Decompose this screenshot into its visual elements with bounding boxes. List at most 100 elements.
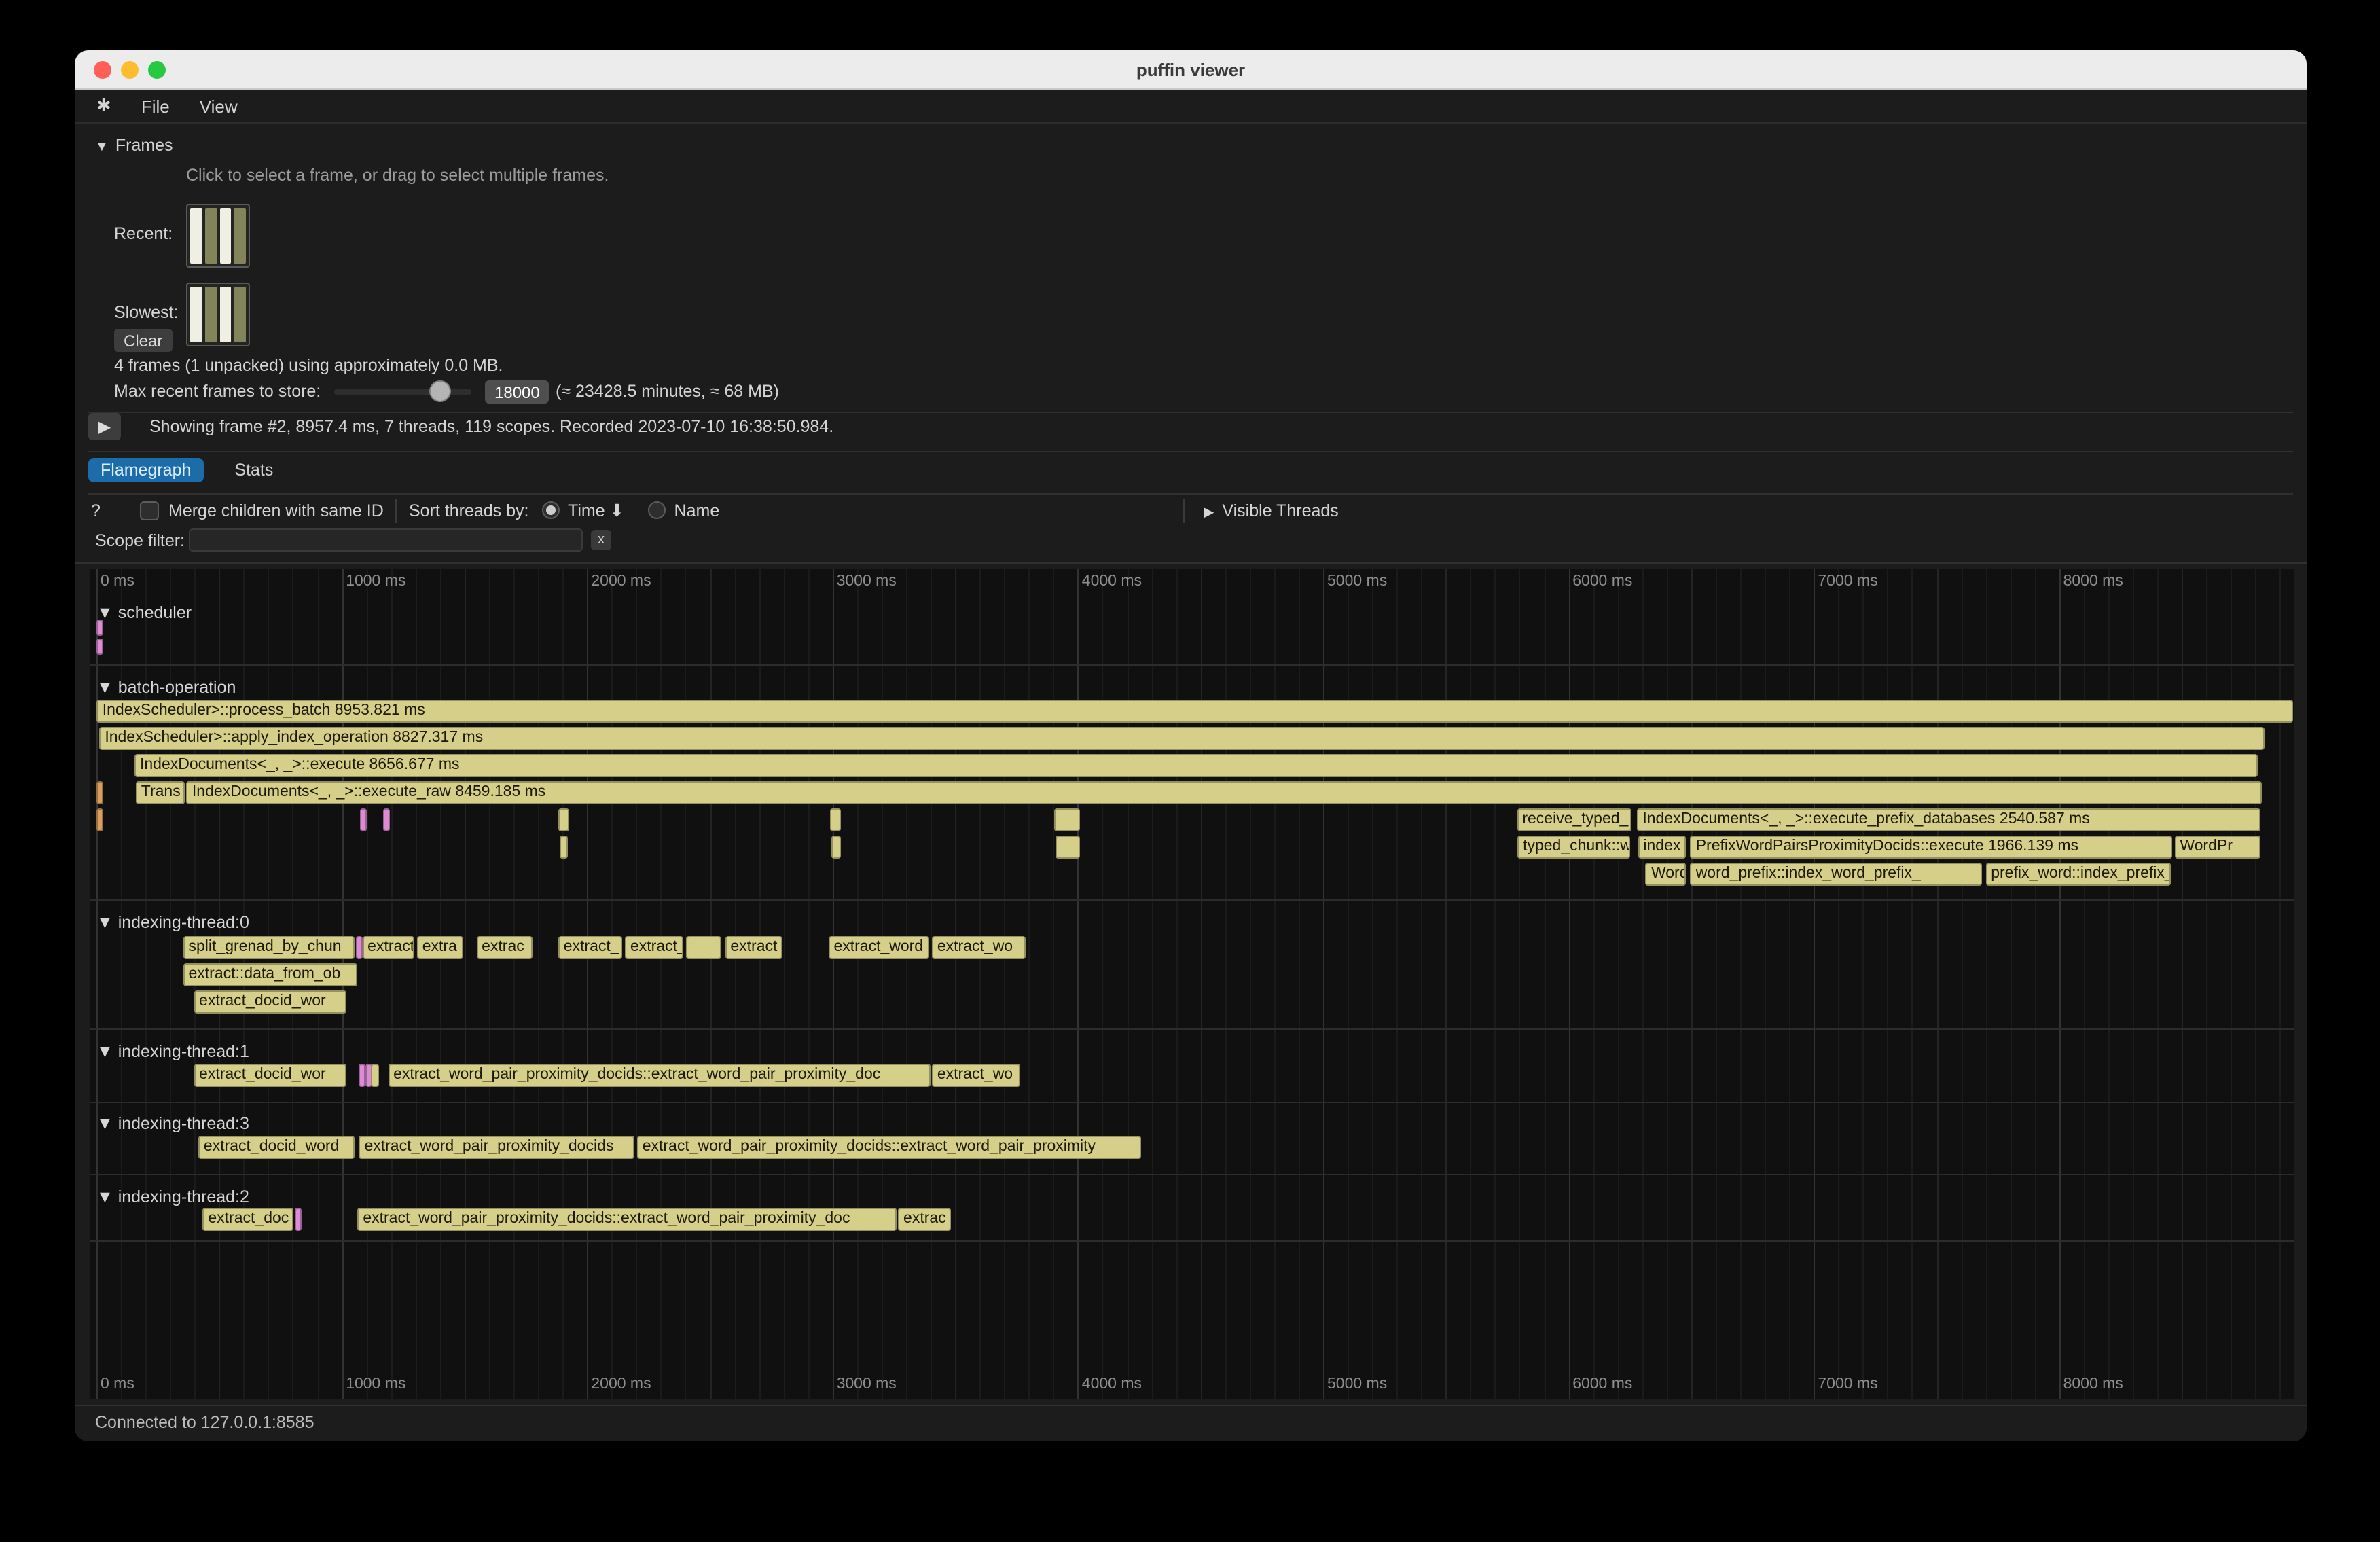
grid-line [513, 569, 515, 1399]
scope-bar[interactable]: extract_ [625, 936, 683, 959]
frame-thumbnail[interactable] [205, 287, 217, 342]
scope-bar[interactable]: extract_word_pair_proximity_docids::extr… [637, 1136, 1141, 1159]
scope-bar[interactable] [97, 808, 104, 831]
scope-bar[interactable]: prefix_word::index_prefix_wo [1985, 863, 2171, 886]
max-frames-slider-knob[interactable] [429, 380, 451, 402]
scope-bar[interactable]: WordPr [2174, 836, 2260, 859]
close-window-button[interactable] [94, 61, 111, 79]
tab-flamegraph[interactable]: Flamegraph [88, 458, 203, 482]
scope-bar[interactable]: extract_word_pair_proximity_docids [359, 1136, 634, 1159]
scope-bar[interactable] [560, 836, 568, 859]
scope-bar[interactable]: extract_word [828, 936, 930, 959]
grid-line [931, 569, 932, 1399]
scope-bar[interactable]: extract_wo [932, 936, 1026, 959]
scope-bar[interactable] [96, 639, 103, 655]
grid-line [2206, 569, 2207, 1399]
scope-bar[interactable] [358, 1064, 365, 1087]
scope-bar[interactable]: extrac [898, 1208, 951, 1231]
scope-bar[interactable]: index [1638, 836, 1685, 859]
scope-bar[interactable]: receive_typed_ [1517, 808, 1631, 831]
scope-bar[interactable]: typed_chunk::w [1517, 836, 1631, 859]
scope-bar[interactable] [356, 936, 363, 959]
scope-bar[interactable] [384, 808, 391, 831]
grid-line [1102, 569, 1104, 1399]
zoom-window-button[interactable] [148, 61, 166, 79]
frame-thumbnail[interactable] [190, 208, 202, 264]
traffic-lights [94, 61, 166, 79]
scope-bar[interactable]: extract_wo [932, 1064, 1020, 1087]
scope-bar[interactable]: extract_doc [202, 1208, 293, 1231]
scope-bar[interactable] [831, 836, 840, 859]
scope-bar[interactable]: extract_ [362, 936, 414, 959]
scope-bar[interactable] [559, 808, 569, 831]
frames-section-header[interactable]: ▼Frames [95, 136, 173, 155]
scope-bar[interactable]: extrac [476, 936, 532, 959]
scope-bar[interactable]: IndexDocuments<_, _>::execute_raw 8459.1… [187, 781, 2262, 804]
minimize-window-button[interactable] [121, 61, 139, 79]
frame-thumbnail[interactable] [205, 208, 217, 264]
scope-bar[interactable]: extract_docid_wor [194, 990, 347, 1014]
frame-thumbnail[interactable] [234, 287, 247, 342]
app-menu-icon[interactable]: ✱ [96, 95, 111, 117]
separator [88, 493, 2293, 495]
thread-header-batch-operation[interactable]: ▼ batch-operation [96, 678, 236, 697]
scope-bar[interactable] [96, 620, 103, 636]
merge-children-label[interactable]: Merge children with same ID [168, 501, 384, 520]
menu-item-view[interactable]: View [200, 96, 238, 116]
thread-header-indexing-thread:2[interactable]: ▼ indexing-thread:2 [96, 1187, 249, 1206]
frame-thumbnail[interactable] [219, 208, 232, 264]
flamegraph-canvas[interactable]: 0 ms0 ms1000 ms1000 ms2000 ms2000 ms3000… [90, 569, 2294, 1399]
scope-bar[interactable] [686, 936, 722, 959]
slowest-frames-strip[interactable] [186, 283, 250, 346]
scope-bar[interactable] [294, 1208, 301, 1231]
play-button[interactable]: ▶ [88, 413, 121, 440]
scope-bar[interactable]: Trans [136, 781, 185, 804]
grid-line [465, 569, 466, 1399]
scope-bar[interactable]: extract_docid_word [198, 1136, 355, 1159]
tab-stats[interactable]: Stats [222, 458, 285, 482]
scope-bar[interactable] [97, 781, 104, 804]
frame-thumbnail[interactable] [234, 208, 247, 264]
scope-bar[interactable] [830, 808, 841, 831]
visible-threads-toggle[interactable]: ▶Visible Threads [1204, 501, 1339, 520]
thread-header-scheduler[interactable]: ▼ scheduler [96, 603, 192, 622]
scope-bar[interactable]: extract_word_pair_proximity_docids::extr… [388, 1064, 930, 1087]
max-frames-label: Max recent frames to store: [114, 382, 321, 401]
scope-bar[interactable]: split_grenad_by_chun [183, 936, 355, 959]
scope-bar[interactable]: extract_word_pair_proximity_docids::extr… [357, 1208, 896, 1231]
grid-line [1593, 569, 1594, 1399]
scope-bar[interactable]: extra [417, 936, 464, 959]
grid-line [1839, 569, 1840, 1399]
scope-bar[interactable] [371, 1064, 380, 1087]
scope-bar[interactable]: word_prefix::index_word_prefix_ [1691, 863, 1982, 886]
scope-bar[interactable] [1055, 836, 1079, 859]
app-window: puffin viewer ✱ FileView ▼Frames Click t… [75, 50, 2307, 1441]
scope-bar[interactable]: IndexScheduler>::process_batch 8953.821 … [97, 700, 2294, 723]
scope-bar[interactable]: IndexDocuments<_, _>::execute 8656.677 m… [134, 754, 2258, 777]
scope-bar[interactable]: extract [725, 936, 782, 959]
max-frames-value[interactable]: 18000 [485, 380, 549, 404]
scope-bar[interactable] [1054, 808, 1080, 831]
sort-radio-name[interactable]: Name [649, 501, 720, 520]
clear-filter-button[interactable]: x [591, 530, 611, 550]
scope-bar[interactable]: IndexDocuments<_, _>::execute_prefix_dat… [1637, 808, 2260, 831]
scope-bar[interactable] [360, 808, 367, 831]
thread-header-indexing-thread:1[interactable]: ▼ indexing-thread:1 [96, 1042, 249, 1061]
scope-bar[interactable]: PrefixWordPairsProximityDocids::execute … [1691, 836, 2173, 859]
scope-bar[interactable]: IndexScheduler>::apply_index_operation 8… [99, 727, 2265, 750]
sort-radio-time[interactable]: Time ⬇ [542, 500, 624, 520]
recent-frames-strip[interactable] [186, 204, 250, 268]
scope-bar[interactable]: extract_docid_wor [194, 1064, 347, 1087]
merge-children-checkbox[interactable] [140, 501, 159, 520]
scope-bar[interactable]: extract_ [558, 936, 623, 959]
frame-thumbnail[interactable] [219, 287, 232, 342]
scope-filter-input[interactable] [189, 528, 583, 552]
scope-bar[interactable]: Word [1646, 863, 1686, 886]
thread-header-indexing-thread:0[interactable]: ▼ indexing-thread:0 [96, 913, 249, 932]
frame-thumbnail[interactable] [190, 287, 202, 342]
scope-bar[interactable]: extract::data_from_ob [183, 963, 358, 986]
menu-item-file[interactable]: File [141, 96, 170, 116]
help-button[interactable]: ? [91, 501, 101, 520]
clear-frames-button[interactable]: Clear [114, 329, 172, 352]
thread-header-indexing-thread:3[interactable]: ▼ indexing-thread:3 [96, 1114, 249, 1133]
